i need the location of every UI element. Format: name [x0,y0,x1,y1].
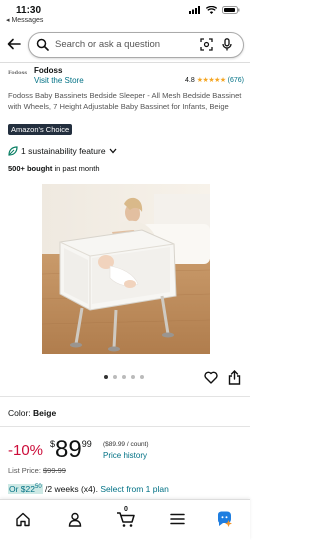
pagination-dot[interactable] [113,375,117,379]
back-arrow-icon[interactable] [6,36,22,52]
bought-count-bold: 500+ bought [8,164,53,173]
price: $8999 [50,436,92,464]
plan-cents: 50 [35,484,42,491]
cart-icon [117,511,135,527]
cart-count-badge: 0 [124,506,128,513]
section-divider [0,396,250,397]
sustainability-feature-toggle[interactable]: 1 sustainability feature [8,146,117,156]
wifi-icon [206,6,217,14]
image-pagination-dots[interactable] [104,375,144,379]
list-price-label: List Price: [8,466,44,475]
list-price: List Price: $99.99 [8,466,66,475]
visit-store-link[interactable]: Visit the Store [34,76,84,85]
status-time: 11:30 [16,5,42,16]
brand-row: Fodoss Fodoss Visit the Store 4.8 ★★★★★ … [8,66,244,88]
rating-value: 4.8 [185,76,195,84]
plan-terms: /2 weeks (x4). [42,484,101,494]
price-history-link[interactable]: Price history [103,451,147,460]
nav-home[interactable] [12,508,34,530]
color-selector[interactable]: Color: Beige [8,408,56,418]
nav-account[interactable] [64,508,86,530]
discount-percent: -10% [8,442,44,459]
ai-assistant-icon [218,511,232,527]
camera-search-icon[interactable] [200,38,213,51]
bought-count: 500+ bought in past month [8,164,100,173]
menu-icon [169,513,185,525]
search-icon [36,38,49,51]
nav-rufus[interactable] [214,508,236,530]
home-icon [16,512,30,526]
price-currency: $ [50,439,56,449]
system-indicators [189,6,240,14]
signal-icon [189,6,200,14]
search-bar[interactable]: Search or ask a question [28,32,244,58]
sustainability-label: 1 sustainability feature [21,146,106,156]
price-fraction: 99 [81,439,92,449]
review-count[interactable]: (676) [228,77,244,84]
search-header: Search or ask a question [0,28,250,62]
back-to-messages-link[interactable]: ◂ Messages [6,16,43,24]
bought-count-rest: in past month [52,164,100,173]
user-icon [68,512,82,527]
price-whole: 89 [55,436,82,463]
unit-price: ($89.99 / count) [103,441,149,448]
amazons-choice-badge: Amazon's Choice [8,124,73,135]
product-title: Fodoss Baby Bassinets Bedside Sleeper - … [8,91,242,111]
nav-menu[interactable] [166,508,188,530]
rating-summary[interactable]: 4.8 ★★★★★ (676) [185,76,244,85]
share-icon[interactable] [228,370,241,385]
pagination-dot[interactable] [122,375,126,379]
list-price-value: $99.99 [43,466,66,475]
battery-icon [222,6,240,14]
color-label: Color: [8,408,34,418]
star-rating-icon: ★★★★★ [196,77,226,84]
header-divider [0,62,250,63]
leaf-icon [8,146,18,156]
chevron-down-icon [109,148,117,154]
search-input[interactable]: Search or ask a question [55,39,160,50]
payment-plan-row: Or $2250 /2 weeks (x4). Select from 1 pl… [8,484,169,494]
bottom-nav: 0 [0,499,250,540]
pagination-dot[interactable] [140,375,144,379]
brand-name: Fodoss [34,66,63,75]
product-image[interactable] [42,184,210,354]
product-photo [42,184,210,354]
microphone-icon[interactable] [221,38,233,51]
pagination-dot[interactable] [131,375,135,379]
status-bar: 11:30 ◂ Messages [0,0,250,24]
plan-amount: Or $2250 [8,484,43,494]
color-value: Beige [33,408,57,418]
select-plan-link[interactable]: Select from 1 plan [100,484,169,494]
heart-icon[interactable] [204,371,218,384]
plan-prefix: Or $22 [9,484,35,494]
nav-cart[interactable]: 0 [114,506,138,530]
section-divider [0,426,250,427]
pagination-dot[interactable] [104,375,108,379]
price-block: -10% $8999 ($89.99 / count) Price histor… [8,436,244,466]
brand-logo[interactable]: Fodoss [8,70,30,82]
